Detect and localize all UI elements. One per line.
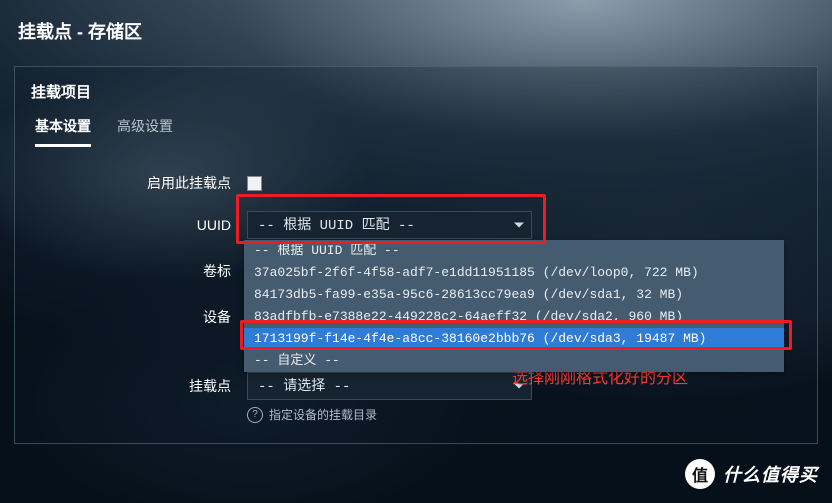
uuid-option-sda2[interactable]: 83adfbfb-e7388e22-449228c2-64aeff32 (/de… — [244, 306, 784, 328]
mountpoint-select-value: -- 请选择 -- — [258, 379, 350, 395]
device-label: 设备 — [146, 307, 247, 327]
enable-label: 启用此挂载点 — [146, 173, 247, 193]
tabs: 基本设置 高级设置 — [31, 116, 801, 147]
page-title: 挂载点 - 存储区 — [0, 0, 832, 44]
row-mountpoint: 挂载点 -- 请选择 -- ? 指定设备的挂载目录 — [146, 372, 801, 423]
uuid-option-loop0[interactable]: 37a025bf-2f6f-4f58-adf7-e1dd11951185 (/d… — [244, 262, 784, 284]
mountpoint-label: 挂载点 — [146, 376, 247, 396]
mountpoint-select[interactable]: -- 请选择 -- — [247, 372, 532, 400]
enable-checkbox[interactable] — [247, 176, 262, 191]
watermark-text: 什么值得买 — [723, 461, 818, 487]
tab-advanced[interactable]: 高级设置 — [117, 116, 173, 147]
mountpoint-hint: ? 指定设备的挂载目录 — [247, 406, 377, 423]
uuid-select-value: -- 根据 UUID 匹配 -- — [258, 218, 415, 234]
watermark: 值 什么值得买 — [685, 459, 818, 489]
uuid-dropdown[interactable]: -- 根据 UUID 匹配 -- 37a025bf-2f6f-4f58-adf7… — [244, 240, 784, 372]
tab-basic[interactable]: 基本设置 — [35, 116, 91, 147]
chevron-down-icon — [514, 223, 524, 228]
row-enable: 启用此挂载点 — [146, 173, 801, 193]
uuid-option-placeholder[interactable]: -- 根据 UUID 匹配 -- — [244, 240, 784, 262]
panel-title: 挂载项目 — [31, 81, 801, 102]
watermark-badge: 值 — [685, 459, 715, 489]
volume-label-label: 卷标 — [146, 261, 247, 281]
help-icon: ? — [247, 407, 263, 423]
uuid-option-sda1[interactable]: 84173db5-fa99-e35a-95c6-28613cc79ea9 (/d… — [244, 284, 784, 306]
uuid-label: UUID — [146, 217, 247, 233]
row-uuid: UUID -- 根据 UUID 匹配 -- — [146, 211, 801, 239]
uuid-option-sda3[interactable]: 1713199f-f14e-4f4e-a8cc-38160e2bbb76 (/d… — [244, 328, 784, 350]
uuid-option-custom[interactable]: -- 自定义 -- — [244, 350, 784, 372]
uuid-select[interactable]: -- 根据 UUID 匹配 -- — [247, 211, 532, 239]
